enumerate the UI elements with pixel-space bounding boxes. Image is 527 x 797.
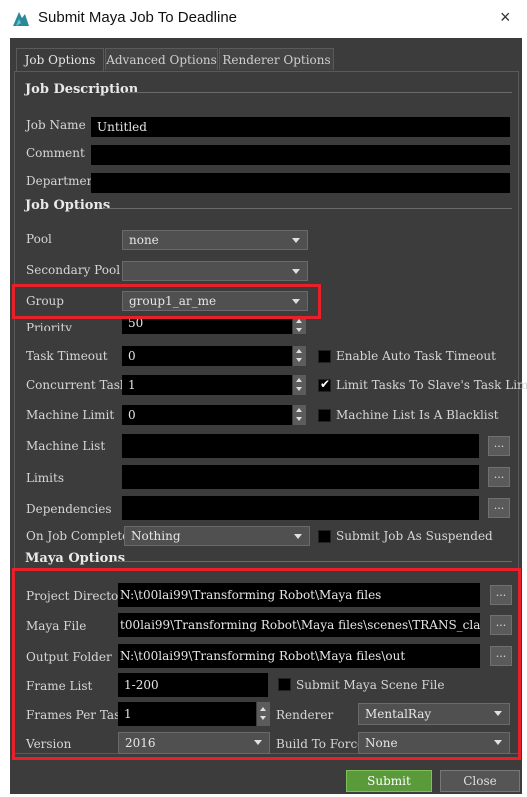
close-icon[interactable]: × (500, 7, 511, 28)
on-complete-dropdown[interactable]: Nothing (124, 526, 310, 546)
chevron-down-icon (292, 238, 300, 243)
job-name-input[interactable]: Untitled (91, 117, 510, 137)
pool-value: none (129, 233, 159, 247)
section-job-options: Job Options (25, 198, 111, 213)
task-timeout-input[interactable]: 0 (122, 346, 292, 366)
auto-timeout-label: Enable Auto Task Timeout (336, 349, 496, 363)
limits-input[interactable] (122, 465, 479, 489)
job-name-label: Job Name (26, 118, 86, 132)
secondary-pool-dropdown[interactable] (122, 261, 308, 281)
department-input[interactable] (91, 173, 510, 193)
secondary-pool-label: Secondary Pool (26, 263, 121, 277)
machine-list-label: Machine List (26, 439, 106, 453)
maya-options-highlight (12, 568, 521, 760)
tab-job-options[interactable]: Job Options (16, 48, 104, 72)
limits-label: Limits (26, 471, 65, 485)
concurrent-tasks-spinner[interactable] (293, 375, 306, 395)
task-timeout-label: Task Timeout (26, 349, 108, 363)
task-timeout-spinner[interactable] (293, 346, 306, 366)
group-highlight (12, 284, 321, 319)
limits-browse-button[interactable]: ... (488, 467, 510, 487)
dependencies-browse-button[interactable]: ... (488, 498, 510, 518)
submit-button[interactable]: Submit (346, 770, 432, 792)
tab-advanced-options[interactable]: Advanced Options (105, 48, 218, 70)
limit-slave-label: Limit Tasks To Slave's Task Limit (336, 378, 527, 392)
window-title: Submit Maya Job To Deadline (38, 9, 237, 26)
on-complete-label: On Job Complete (26, 529, 130, 543)
limit-slave-checkbox[interactable] (318, 377, 331, 392)
section-divider (124, 92, 512, 93)
pool-label: Pool (26, 232, 52, 246)
blacklist-checkbox[interactable] (318, 409, 331, 422)
concurrent-tasks-label: Concurrent Tasks (26, 378, 134, 392)
suspended-checkbox[interactable] (318, 530, 331, 543)
machine-limit-input[interactable]: 0 (122, 405, 292, 425)
comment-input[interactable] (91, 145, 510, 165)
blacklist-label: Machine List Is A Blacklist (336, 408, 499, 422)
comment-label: Comment (26, 146, 85, 160)
chevron-down-icon (294, 534, 302, 539)
section-maya-options: Maya Options (25, 551, 126, 566)
close-button[interactable]: Close (440, 770, 520, 792)
machine-list-input[interactable] (122, 434, 479, 458)
chevron-down-icon (292, 269, 300, 274)
tab-renderer-options[interactable]: Renderer Options (219, 48, 334, 70)
section-divider (112, 561, 512, 562)
on-complete-value: Nothing (131, 529, 181, 543)
auto-timeout-checkbox[interactable] (318, 350, 331, 363)
priority-label: Priority (26, 321, 73, 331)
concurrent-tasks-input[interactable]: 1 (122, 375, 292, 395)
machine-limit-spinner[interactable] (293, 405, 306, 425)
machine-limit-label: Machine Limit (26, 408, 115, 422)
maya-app-icon (12, 10, 30, 28)
department-label: Department (26, 174, 100, 188)
section-divider (104, 208, 512, 209)
dependencies-input[interactable] (122, 496, 479, 520)
dependencies-label: Dependencies (26, 502, 112, 516)
suspended-label: Submit Job As Suspended (336, 529, 493, 543)
pool-dropdown[interactable]: none (122, 230, 308, 250)
machine-list-browse-button[interactable]: ... (488, 436, 510, 456)
section-job-description: Job Description (25, 82, 139, 97)
